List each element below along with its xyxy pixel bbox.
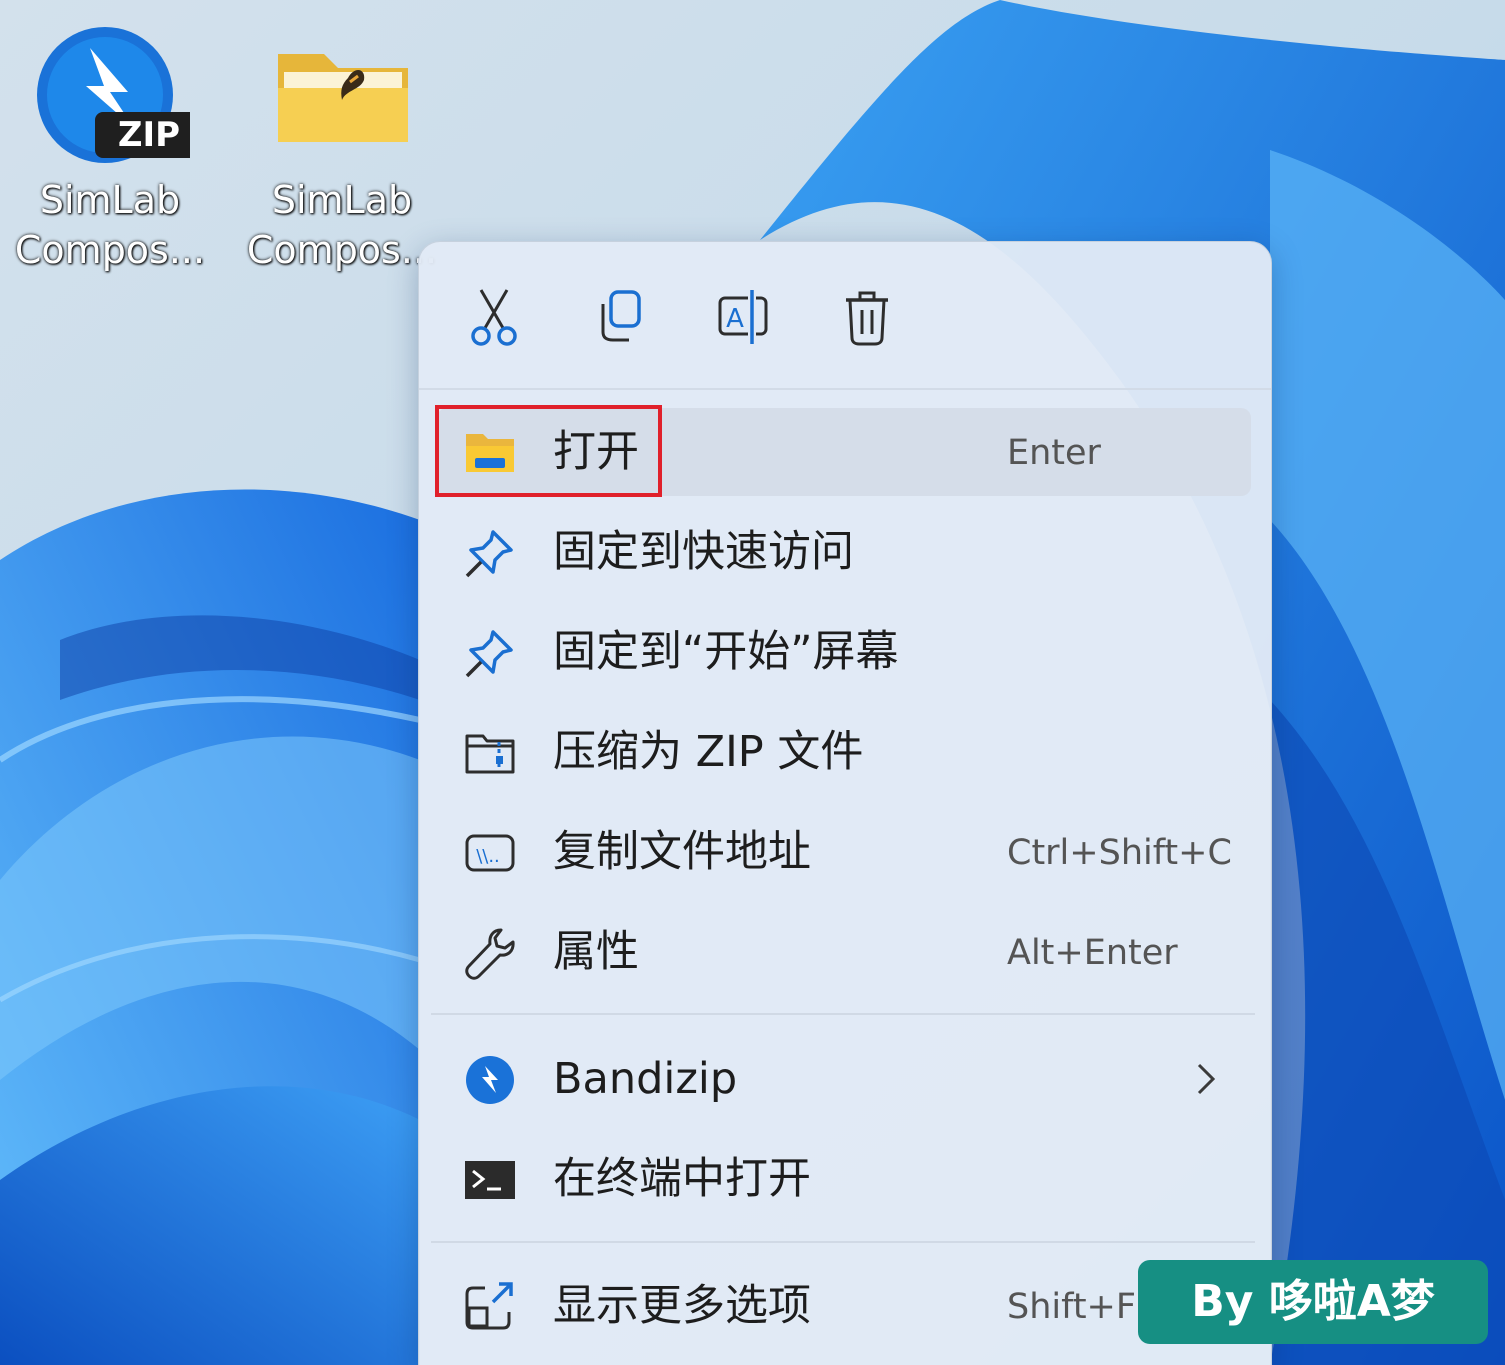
copy-path-icon: \\.. (463, 826, 517, 880)
menu-item-shortcut: Ctrl+Shift+C (1007, 833, 1232, 873)
zip-folder-icon (463, 726, 517, 780)
menu-item-shortcut: Alt+Enter (1007, 933, 1178, 973)
highlight-annotation-box (435, 405, 662, 497)
trash-icon (846, 291, 888, 346)
menu-item-pin-start[interactable]: 固定到“开始”屏幕 (437, 608, 1251, 696)
rename-glyph: A (726, 304, 744, 334)
desktop-icon-simlab-folder[interactable]: SimLab Compos... (232, 10, 452, 280)
menu-item-copy-path[interactable]: \\.. 复制文件地址 Ctrl+Shift+C (437, 808, 1251, 896)
menu-item-shortcut: Shift+F (1007, 1287, 1137, 1327)
desktop-icon-simlab-zip[interactable]: ZIP SimLab Compos... (0, 10, 220, 280)
menu-separator (431, 1241, 1255, 1243)
copy-path-glyph: \\.. (476, 846, 500, 867)
desktop-icon-label-line2: Compos... (14, 228, 206, 272)
more-options-icon (463, 1280, 517, 1334)
pin-icon (463, 626, 517, 680)
menu-item-label: Bandizip (553, 1054, 738, 1104)
bandizip-icon (463, 1053, 517, 1107)
context-menu-toolbar: A (419, 242, 1271, 388)
desktop-icon-label: SimLab Compos... (0, 175, 220, 275)
desktop-icon-label-line1: SimLab (39, 178, 181, 222)
watermark: By 哆啦A梦 (1138, 1260, 1488, 1344)
menu-item-open-terminal[interactable]: 在终端中打开 (437, 1135, 1251, 1223)
menu-item-label: 压缩为 ZIP 文件 (553, 727, 864, 777)
menu-item-label: 固定到快速访问 (553, 527, 854, 577)
menu-item-bandizip[interactable]: Bandizip (437, 1035, 1251, 1123)
bandizip-zip-icon: ZIP (30, 20, 203, 170)
menu-item-label: 固定到“开始”屏幕 (553, 627, 899, 677)
menu-item-label: 显示更多选项 (553, 1281, 811, 1331)
menu-item-compress-zip[interactable]: 压缩为 ZIP 文件 (437, 708, 1251, 796)
menu-item-more-options[interactable]: 显示更多选项 Shift+F (437, 1262, 1251, 1350)
scissors-icon (471, 289, 517, 346)
menu-item-properties[interactable]: 属性 Alt+Enter (437, 908, 1251, 996)
folder-icon (262, 20, 422, 170)
desktop-icon-label-line1: SimLab (271, 178, 413, 222)
terminal-icon (463, 1153, 517, 1207)
zip-badge-text: ZIP (118, 115, 180, 155)
copy-button[interactable] (583, 282, 653, 352)
menu-item-label: 在终端中打开 (553, 1154, 811, 1204)
menu-item-label: 属性 (553, 927, 639, 977)
toolbar-divider (419, 388, 1271, 390)
rename-icon: A (718, 290, 768, 344)
wrench-icon (463, 926, 517, 980)
chevron-right-icon (1189, 1059, 1223, 1099)
pin-icon (463, 526, 517, 580)
menu-item-shortcut: Enter (1007, 433, 1101, 473)
delete-button[interactable] (832, 282, 902, 352)
desktop: ZIP SimLab Compos... SimLab Compos... A … (0, 0, 1505, 1365)
rename-button[interactable]: A (708, 282, 778, 352)
cut-button[interactable] (459, 282, 529, 352)
copy-icon (601, 290, 641, 342)
menu-item-label: 复制文件地址 (553, 827, 811, 877)
menu-separator (431, 1013, 1255, 1015)
menu-item-pin-quick-access[interactable]: 固定到快速访问 (437, 508, 1251, 596)
